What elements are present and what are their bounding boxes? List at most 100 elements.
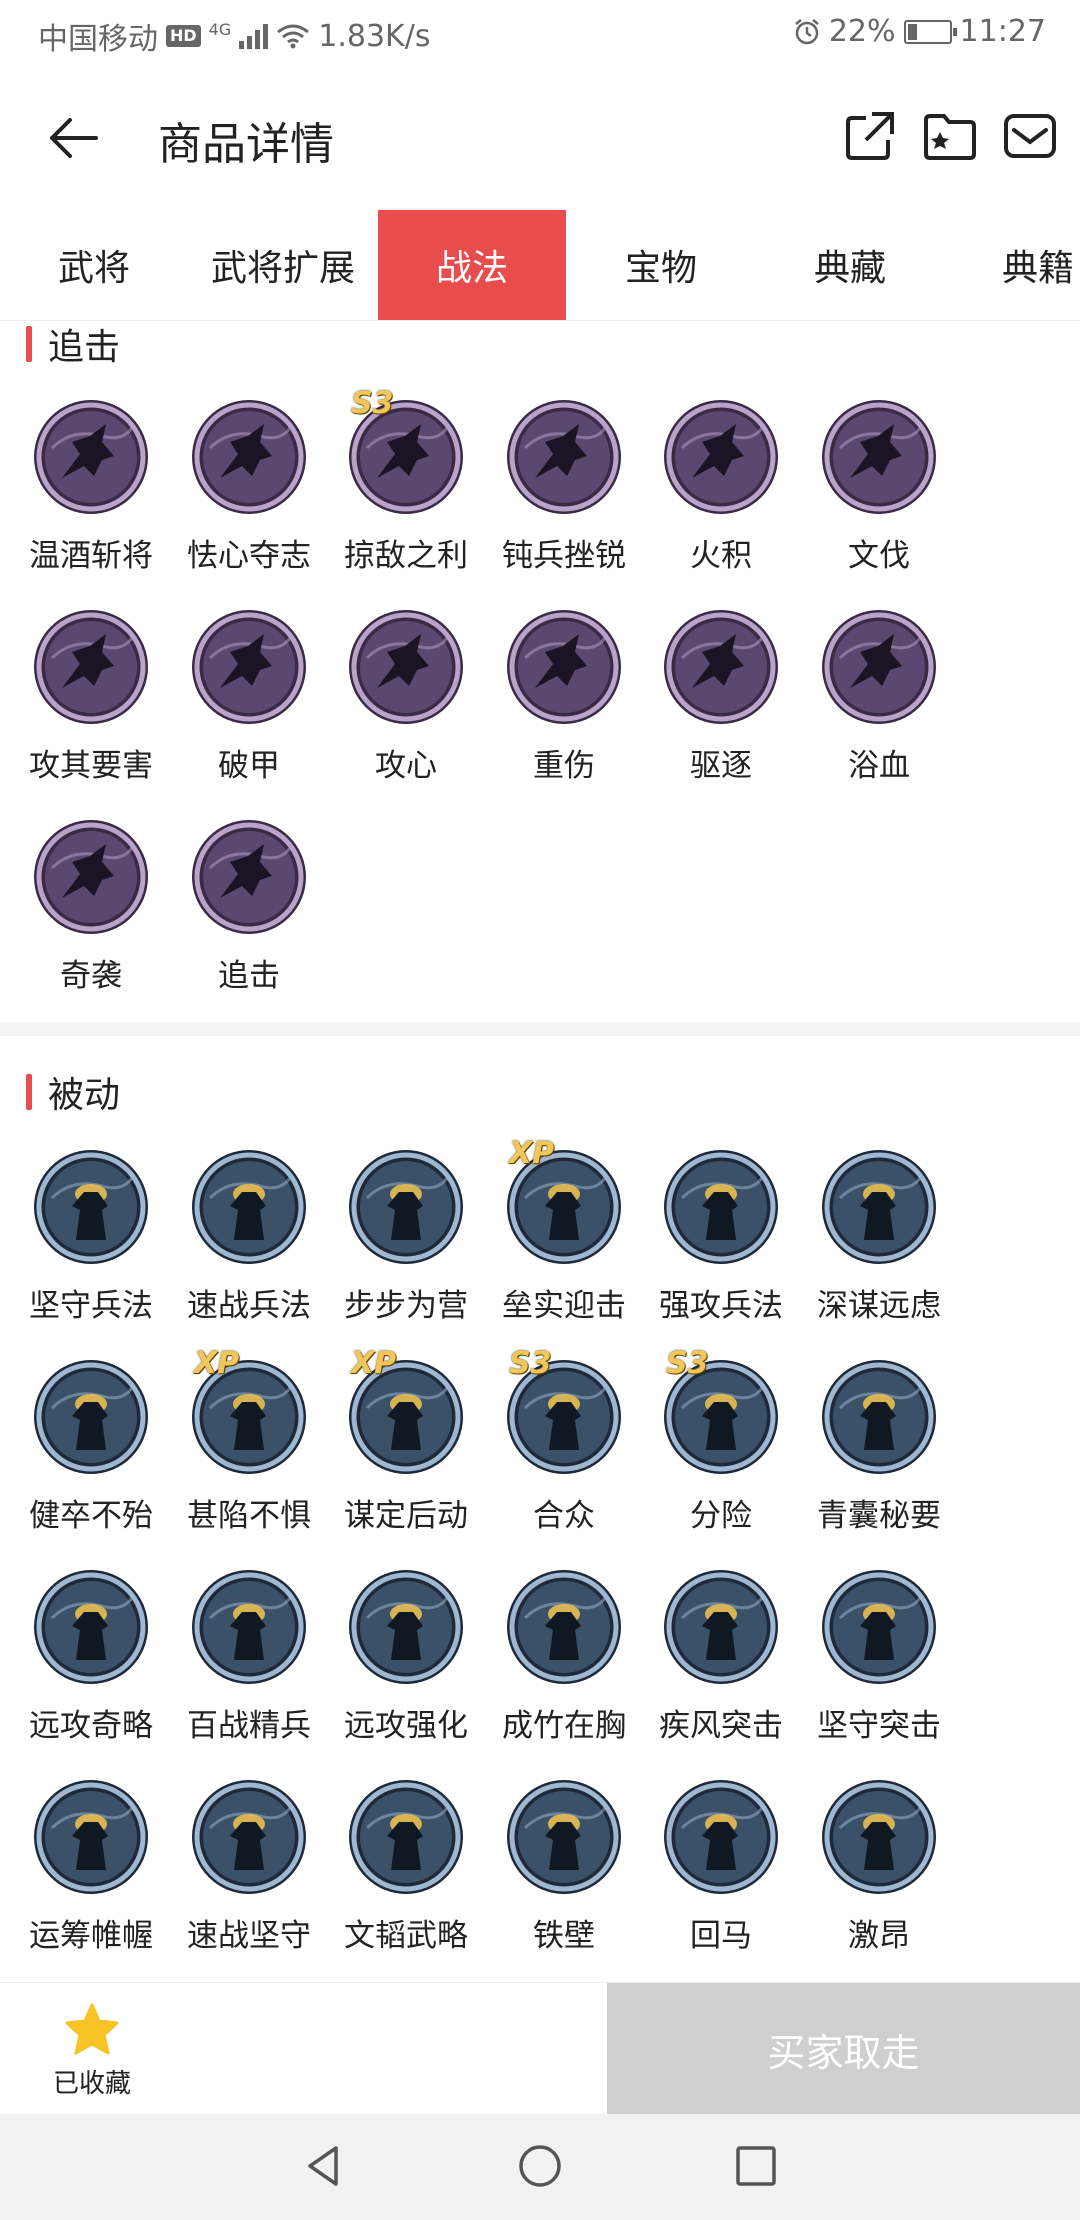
skill-item[interactable]: 青囊秘要 xyxy=(800,1358,958,1548)
skill-label: 健卒不殆 xyxy=(29,1498,153,1534)
skill-label: 火积 xyxy=(690,538,752,574)
skill-label: 坚守突击 xyxy=(817,1708,941,1744)
share-icon[interactable] xyxy=(842,108,898,164)
pursuit-skill-icon xyxy=(662,608,780,726)
skill-item[interactable]: 健卒不殆 xyxy=(12,1358,170,1548)
skill-item[interactable]: S3 分险 xyxy=(642,1346,800,1548)
skill-label: 垒实迎击 xyxy=(502,1288,626,1324)
skill-label: 坚守兵法 xyxy=(29,1288,153,1324)
skill-item[interactable]: 运筹帷幄 xyxy=(12,1778,170,1968)
tab-tactics[interactable]: 战法 xyxy=(378,210,566,320)
skill-item[interactable]: 温酒斩将 xyxy=(12,398,170,588)
skill-item[interactable]: 奇袭 xyxy=(12,818,170,1008)
passive-skill-icon xyxy=(505,1568,623,1686)
skill-item[interactable]: 攻心 xyxy=(327,608,485,798)
skill-item[interactable]: 远攻奇略 xyxy=(12,1568,170,1758)
passive-skill-icon xyxy=(32,1778,150,1896)
skill-item[interactable]: S3 掠敌之利 xyxy=(327,386,485,588)
skill-label: 强攻兵法 xyxy=(659,1288,783,1324)
skill-item[interactable]: 攻其要害 xyxy=(12,608,170,798)
skill-item[interactable]: 钝兵挫锐 xyxy=(485,398,643,588)
skill-item[interactable]: S3 合众 xyxy=(485,1346,643,1548)
skill-item[interactable]: 追击 xyxy=(170,818,328,1008)
skill-item[interactable]: XP 垒实迎击 xyxy=(485,1136,643,1338)
skill-label: 步步为营 xyxy=(344,1288,468,1324)
skill-label: 追击 xyxy=(218,958,280,994)
skill-label: 成竹在胸 xyxy=(502,1708,626,1744)
passive-skill-icon xyxy=(347,1148,465,1266)
folder-star-icon[interactable] xyxy=(922,108,978,164)
section-separator xyxy=(0,1022,1080,1036)
skill-item[interactable]: 文伐 xyxy=(800,398,958,588)
skill-item[interactable]: 回马 xyxy=(642,1778,800,1968)
skill-item[interactable]: 怯心夺志 xyxy=(170,398,328,588)
skill-label: 分险 xyxy=(690,1498,752,1534)
skill-item[interactable]: 疾风突击 xyxy=(642,1568,800,1758)
skill-item[interactable]: XP 甚陷不惧 xyxy=(170,1346,328,1548)
skill-item[interactable]: 浴血 xyxy=(800,608,958,798)
skill-item[interactable]: 坚守突击 xyxy=(800,1568,958,1758)
pursuit-skill-icon xyxy=(32,818,150,936)
skill-item[interactable]: 文韬武略 xyxy=(327,1778,485,1968)
pursuit-skill-icon xyxy=(190,608,308,726)
tab-collections[interactable]: 典藏 xyxy=(756,210,944,320)
skill-item[interactable]: 重伤 xyxy=(485,608,643,798)
tab-generals-extension[interactable]: 武将扩展 xyxy=(189,210,377,320)
network-type: 4G xyxy=(208,19,232,39)
section-accent-bar xyxy=(26,326,32,362)
status-left: 中国移动 HD 4G 1.83K/s xyxy=(38,14,430,58)
nav-recents-icon[interactable] xyxy=(732,2142,780,2190)
passive-skill-icon xyxy=(820,1568,938,1686)
skill-label: 远攻奇略 xyxy=(29,1708,153,1744)
passive-skill-icon xyxy=(505,1778,623,1896)
skill-item[interactable]: 驱逐 xyxy=(642,608,800,798)
skill-label: 百战精兵 xyxy=(187,1708,311,1744)
skill-item[interactable]: 深谋远虑 xyxy=(800,1148,958,1338)
skill-item[interactable]: 铁壁 xyxy=(485,1778,643,1968)
skill-badge: XP xyxy=(509,1136,555,1171)
skill-label: 深谋远虑 xyxy=(817,1288,941,1324)
hd-badge: HD xyxy=(166,25,201,47)
skill-label: 远攻强化 xyxy=(344,1708,468,1744)
skill-label: 青囊秘要 xyxy=(817,1498,941,1534)
skill-item[interactable]: 百战精兵 xyxy=(170,1568,328,1758)
skill-item[interactable]: 速战坚守 xyxy=(170,1778,328,1968)
skill-label: 运筹帷幄 xyxy=(29,1918,153,1954)
message-icon[interactable] xyxy=(1002,108,1058,164)
tab-treasures[interactable]: 宝物 xyxy=(567,210,755,320)
alarm-icon xyxy=(795,18,819,44)
skill-item[interactable]: 步步为营 xyxy=(327,1148,485,1338)
skill-item[interactable]: XP 谋定后动 xyxy=(327,1346,485,1548)
tab-generals[interactable]: 武将 xyxy=(0,210,188,320)
skill-badge: XP xyxy=(351,1346,397,1381)
skill-label: 驱逐 xyxy=(690,748,752,784)
clock-time: 11:27 xyxy=(959,14,1046,49)
skill-label: 奇袭 xyxy=(60,958,122,994)
passive-skill-icon xyxy=(190,1568,308,1686)
skill-item[interactable]: 激昂 xyxy=(800,1778,958,1968)
skill-label: 温酒斩将 xyxy=(29,538,153,574)
tab-classics[interactable]: 典籍 xyxy=(945,210,1080,320)
skill-item[interactable]: 破甲 xyxy=(170,608,328,798)
skill-item[interactable]: 成竹在胸 xyxy=(485,1568,643,1758)
nav-home-icon[interactable] xyxy=(516,2142,564,2190)
skill-item[interactable]: 坚守兵法 xyxy=(12,1148,170,1338)
skill-item[interactable]: 远攻强化 xyxy=(327,1568,485,1758)
skill-item[interactable]: 火积 xyxy=(642,398,800,588)
skill-item[interactable]: 速战兵法 xyxy=(170,1148,328,1338)
skill-label: 重伤 xyxy=(533,748,595,784)
buyer-pickup-button[interactable]: 买家取走 xyxy=(607,1983,1080,2115)
page-title: 商品详情 xyxy=(158,119,334,170)
system-nav-bar xyxy=(0,2114,1080,2220)
passive-skill-icon xyxy=(820,1778,938,1896)
nav-back-icon[interactable] xyxy=(300,2142,348,2190)
favorite-button[interactable]: 已收藏 xyxy=(40,2003,144,2100)
back-arrow-icon[interactable] xyxy=(44,108,104,168)
skill-item[interactable]: 强攻兵法 xyxy=(642,1148,800,1338)
skill-label: 速战坚守 xyxy=(187,1918,311,1954)
passive-skill-icon xyxy=(662,1148,780,1266)
skill-label: 甚陷不惧 xyxy=(187,1498,311,1534)
skill-label: 攻其要害 xyxy=(29,748,153,784)
passive-skill-icon xyxy=(347,1778,465,1896)
battery-icon xyxy=(903,19,957,44)
